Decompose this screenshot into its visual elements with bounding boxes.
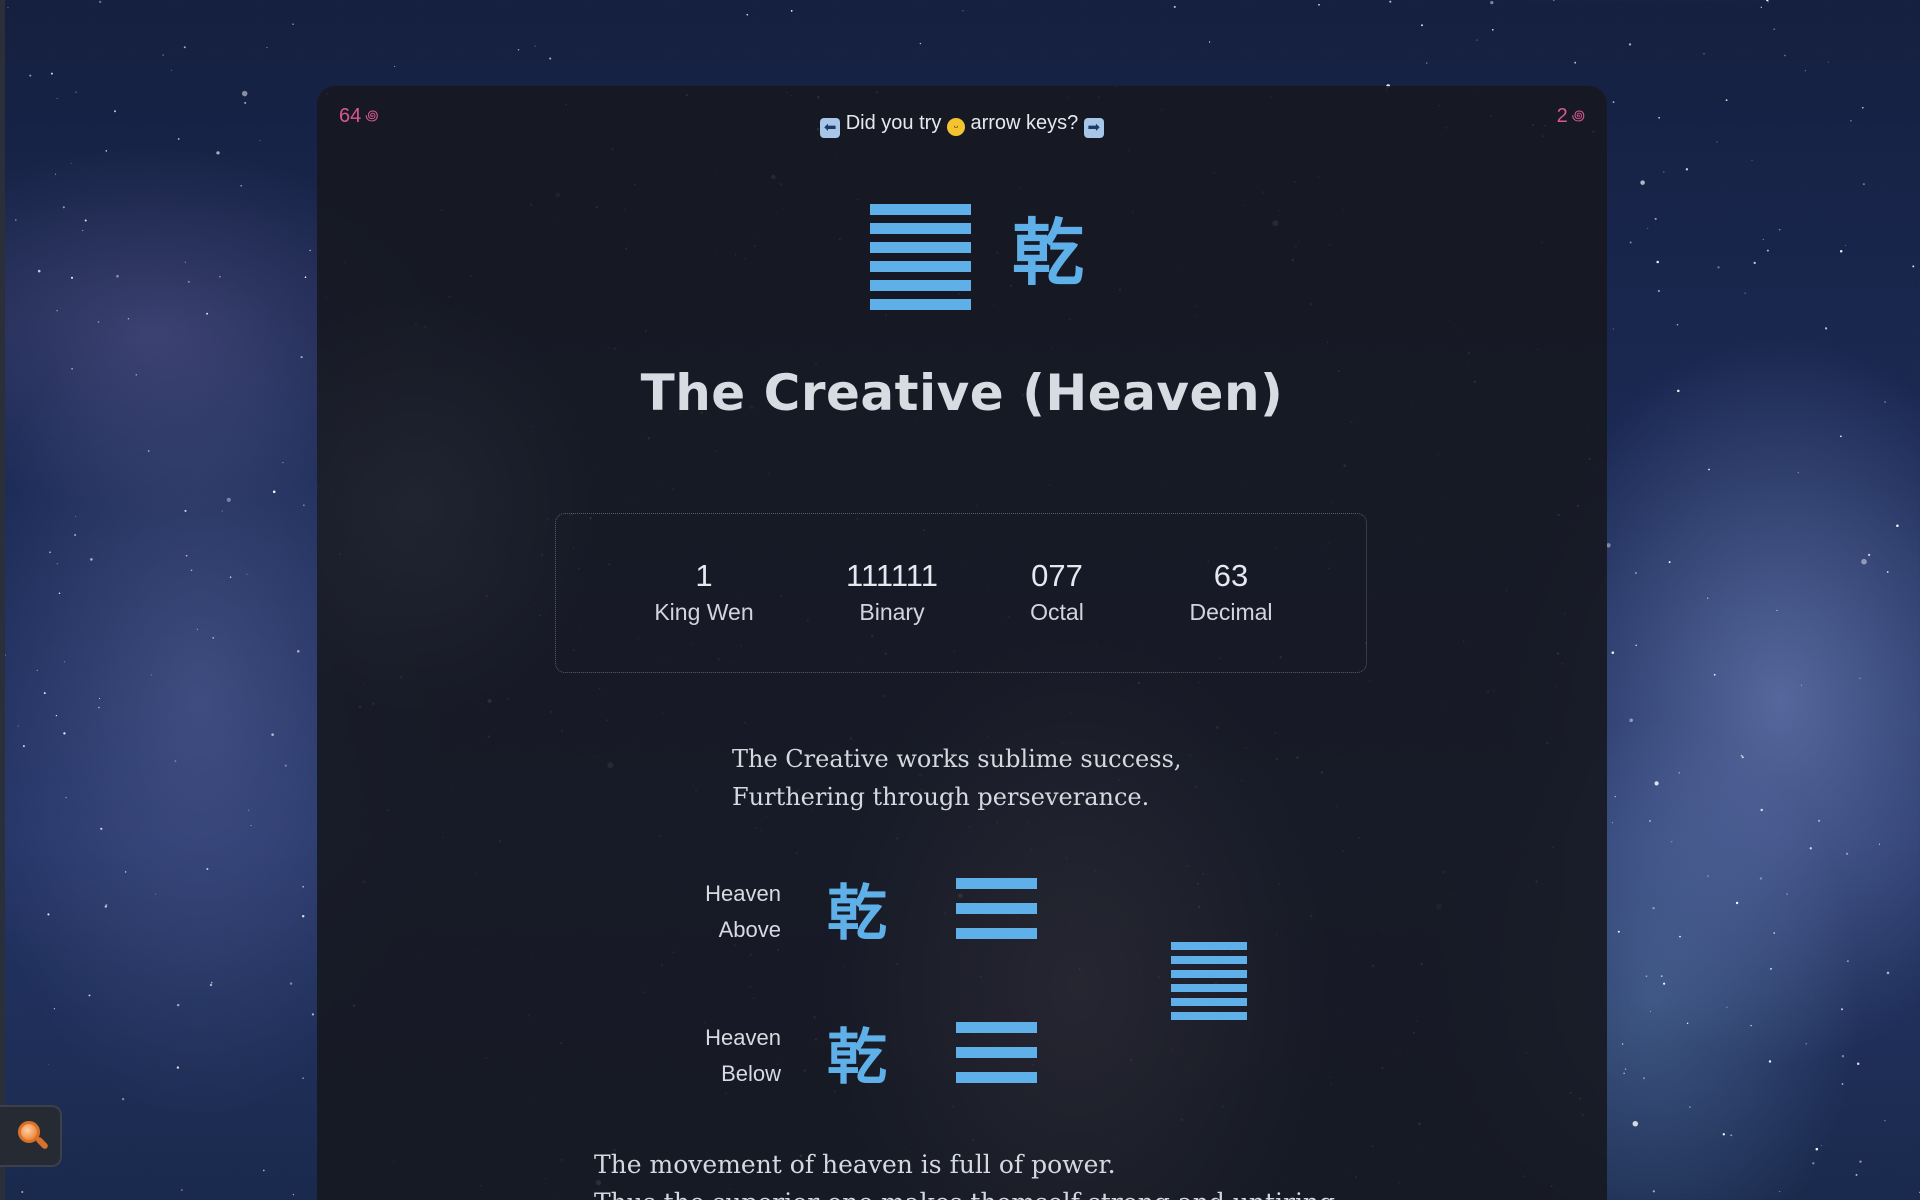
hint-text-before: Did you try	[845, 112, 942, 134]
judgment-line: Furthering through perseverance.	[732, 783, 1150, 811]
stat-label: Octal	[1030, 599, 1084, 625]
stat-value: 1	[695, 558, 713, 593]
hexagram-numbers-panel: 1 King Wen 111111 Binary 077 Octal 63 De…	[555, 513, 1367, 673]
trigram-label: Heaven Below	[641, 1020, 781, 1092]
next-hexagram-number: 2	[1556, 105, 1568, 127]
trigram-name: Heaven	[705, 881, 781, 906]
image-text: The movement of heaven is full of power.…	[594, 1146, 1343, 1200]
stat-king-wen: 1 King Wen	[654, 558, 753, 630]
grinning-face-icon: ᵕ	[946, 118, 965, 136]
hexagram-hero: 乾	[317, 204, 1607, 324]
hexagram-line	[870, 242, 971, 253]
hexagram-symbol-large	[870, 204, 971, 318]
stat-label: Binary	[859, 599, 925, 625]
hexagram-line	[1171, 984, 1247, 992]
stat-binary: 111111 Binary	[846, 558, 938, 630]
hexagram-line	[1171, 956, 1247, 964]
window-left-edge	[0, 0, 5, 1200]
search-button[interactable]	[0, 1105, 62, 1167]
image-line: The movement of heaven is full of power.	[594, 1150, 1116, 1179]
judgment-text: The Creative works sublime success, Furt…	[732, 740, 1182, 816]
hexagram-line	[870, 223, 971, 234]
hexagram-line	[870, 299, 971, 310]
stat-label: Decimal	[1189, 599, 1273, 625]
stat-value: 111111	[846, 558, 938, 593]
trigram-above: Heaven Above 乾	[317, 876, 1607, 966]
trigram-label: Heaven Above	[641, 876, 781, 948]
swirl-icon: ꩜	[1571, 107, 1585, 123]
trigram-chinese-character: 乾	[827, 879, 887, 949]
hexagram-title: The Creative (Heaven)	[640, 364, 1284, 422]
stat-label: King Wen	[654, 599, 754, 625]
trigram-below: Heaven Below 乾	[317, 1020, 1607, 1110]
hexagram-symbol-small	[1171, 942, 1247, 1026]
hexagram-line	[1171, 1012, 1247, 1020]
hint-text-after: arrow keys?	[970, 112, 1079, 134]
left-arrow-key-icon: ⬅	[820, 118, 841, 138]
trigram-symbol	[956, 878, 1037, 953]
hexagram-chinese-character: 乾	[1012, 211, 1085, 295]
stat-decimal: 63 Decimal	[1189, 558, 1272, 630]
next-hexagram-link[interactable]: 2 ꩜	[1557, 104, 1585, 128]
stat-value: 63	[1213, 558, 1249, 593]
trigram-name: Heaven	[705, 1025, 781, 1050]
hexagram-line	[1171, 942, 1247, 950]
trigram-chinese-character: 乾	[827, 1023, 887, 1093]
right-arrow-key-icon: ➡	[1083, 118, 1104, 138]
hexagram-line	[1171, 998, 1247, 1006]
trigram-position: Below	[721, 1061, 781, 1086]
stat-octal: 077 Octal	[1030, 558, 1084, 630]
trigram-position: Above	[718, 917, 781, 942]
stat-value: 077	[1031, 558, 1083, 593]
judgment-line: The Creative works sublime success,	[732, 745, 1182, 773]
image-line: Thus the superior one makes themself str…	[594, 1184, 1343, 1200]
arrow-keys-hint: ⬅ Did you try ᵕ arrow keys? ➡	[317, 112, 1607, 138]
hexagram-line	[870, 261, 971, 272]
hexagram-line	[870, 280, 971, 291]
hexagram-line	[870, 204, 971, 215]
hexagram-line	[1171, 970, 1247, 978]
trigram-symbol	[956, 1022, 1037, 1097]
hexagram-card: 64 ꩜ ⬅ Did you try ᵕ arrow keys? ➡ 2 ꩜ 乾 T…	[317, 86, 1607, 1200]
